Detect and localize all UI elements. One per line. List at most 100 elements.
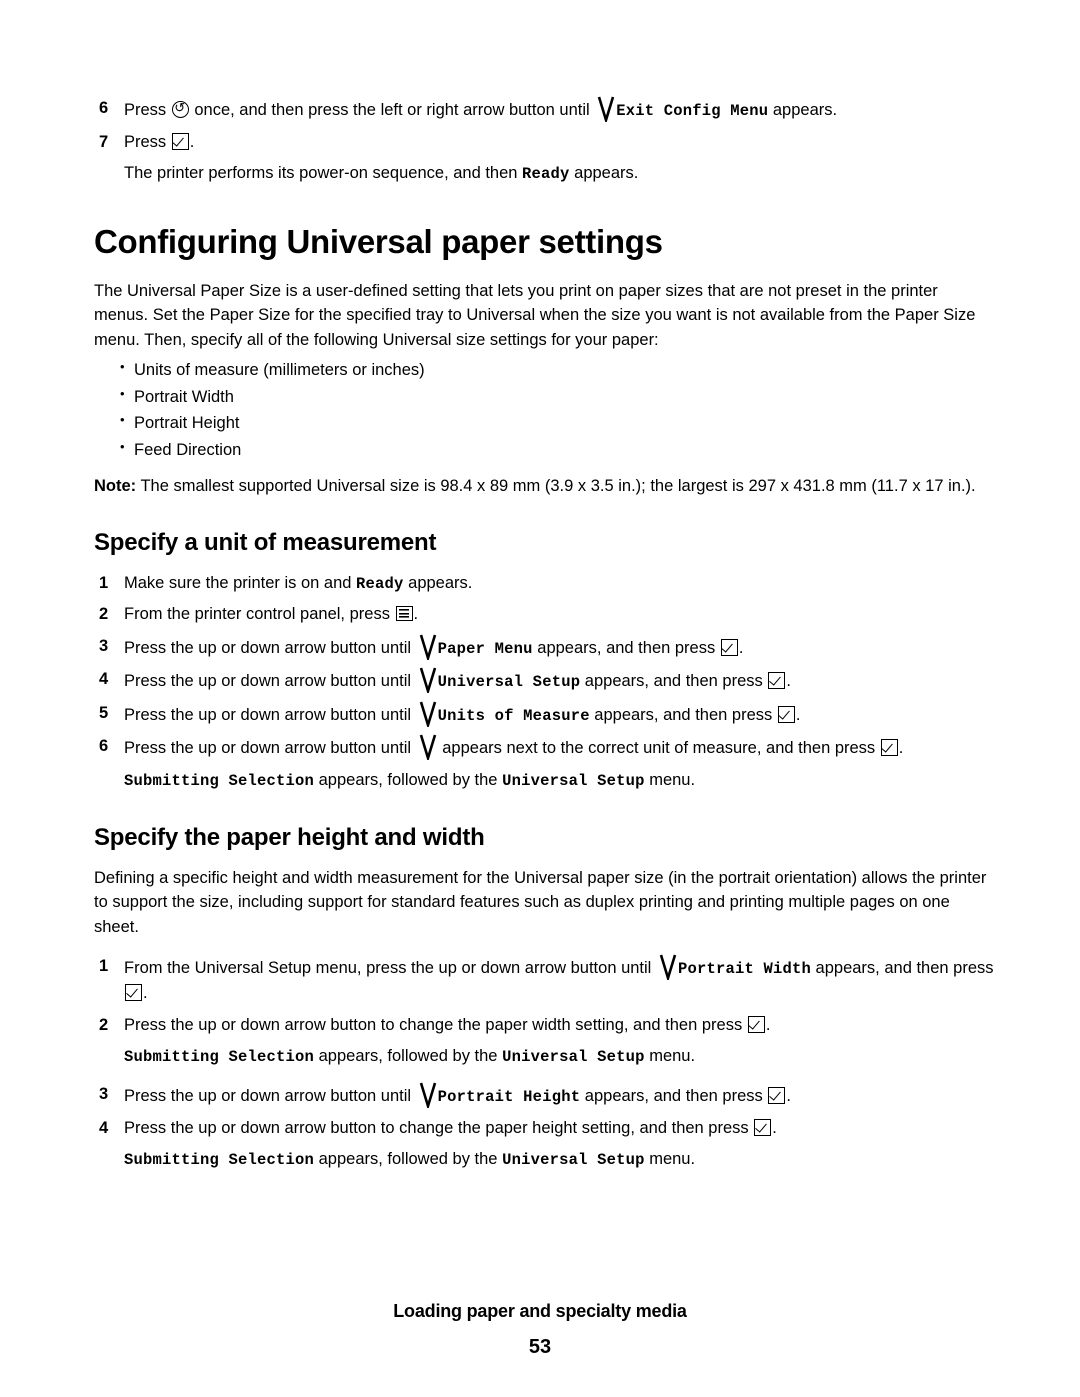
list-item: Units of measure (millimeters or inches) <box>120 356 994 384</box>
step-text-pre: Press the up or down arrow button to cha… <box>124 1118 754 1137</box>
step-text-pre: Make sure the printer is on and <box>124 573 357 592</box>
status-message: Ready <box>522 165 570 184</box>
result-post: menu. <box>644 770 696 789</box>
status-message: Submitting Selection <box>124 771 315 790</box>
step-text: From the Universal Setup menu, press the… <box>124 954 994 1007</box>
step-text-pre: From the Universal Setup menu, press the… <box>124 958 656 977</box>
step-text-post: . <box>786 1087 791 1105</box>
check-select-icon <box>171 132 189 150</box>
status-message: Ready <box>356 574 404 593</box>
s2-step-4: 4 Press the up or down arrow button to c… <box>94 1116 994 1142</box>
menu-label: Universal Setup <box>502 1048 645 1067</box>
s1-step-6-result: Submitting Selection appears, followed b… <box>124 768 994 794</box>
step-number: 3 <box>99 1085 109 1103</box>
step-text-mid: appears, and then press <box>580 1087 768 1105</box>
page-footer: Loading paper and specialty media 53 <box>0 1301 1080 1359</box>
step-text: Press . <box>124 130 994 156</box>
s1-step-5: 5 Press the up or down arrow button unti… <box>94 701 994 729</box>
s1-step-2: 2 From the printer control panel, press … <box>94 602 994 628</box>
list-item: Portrait Height <box>120 409 994 437</box>
result-post: menu. <box>644 1047 696 1066</box>
checkmark-stroke-icon <box>419 667 437 694</box>
step-text-mid: appears, and then press <box>580 672 768 691</box>
list-item: Feed Direction <box>120 436 994 464</box>
checkmark-stroke-icon <box>597 96 615 122</box>
result-mid: appears, followed by the <box>314 1047 503 1066</box>
page-title: Configuring Universal paper settings <box>94 222 663 260</box>
step-number: 6 <box>99 99 109 117</box>
step-text-post: . <box>413 605 419 624</box>
step-text: From the printer control panel, press . <box>124 602 994 628</box>
back-arrow-icon <box>171 101 189 118</box>
note-text: The smallest supported Universal size is… <box>136 476 976 495</box>
check-select-icon <box>747 1015 765 1033</box>
step-text-pre: From the printer control panel, press <box>124 605 395 624</box>
result-pre: The printer performs its power-on sequen… <box>124 164 523 183</box>
step-text-pre: Press the up or down arrow button until <box>124 705 416 724</box>
step-text-post: . <box>795 705 801 724</box>
checkmark-stroke-icon <box>419 1082 437 1108</box>
step-number: 3 <box>99 636 109 655</box>
step-number: 2 <box>99 1015 109 1034</box>
step-text: Press the up or down arrow button until … <box>124 1082 994 1110</box>
menu-label: Universal Setup <box>437 673 581 692</box>
s1-step-6: 6 Press the up or down arrow button unti… <box>94 734 994 762</box>
universal-settings-list: Units of measure (millimeters or inches)… <box>94 356 994 464</box>
step-text-mid: appears, and then press <box>810 958 994 977</box>
s1-step-3: 3 Press the up or down arrow button unti… <box>94 634 994 662</box>
menu-icon <box>395 606 413 622</box>
step-text-pre: Press the up or down arrow button until <box>124 638 416 657</box>
step-text: Make sure the printer is on and Ready ap… <box>124 571 994 597</box>
checkmark-stroke-icon <box>419 734 437 761</box>
s1-step-1: 1 Make sure the printer is on and Ready … <box>94 571 994 597</box>
note-block: Note: The smallest supported Universal s… <box>94 474 994 499</box>
intro-paragraph: The Universal Paper Size is a user-defin… <box>94 281 976 350</box>
menu-label: Paper Menu <box>437 639 533 658</box>
menu-label: Portrait Width <box>677 959 811 978</box>
checkmark-stroke-icon <box>419 701 437 727</box>
step-text-pre: Press the up or down arrow button to cha… <box>124 1015 747 1034</box>
step-number: 1 <box>99 956 109 975</box>
step-number: 4 <box>99 670 109 689</box>
status-message: Submitting Selection <box>124 1151 315 1170</box>
step-6-top: 6 Press once, and then press the left or… <box>94 96 994 124</box>
section-heading-unit-of-measurement: Specify a unit of measurement <box>94 528 437 556</box>
result-mid: appears, followed by the <box>314 770 503 789</box>
s2-step-1: 1 From the Universal Setup menu, press t… <box>94 954 994 1007</box>
step-text-post: . <box>786 672 791 691</box>
page-number: 53 <box>528 1336 552 1358</box>
check-select-icon <box>880 739 898 757</box>
footer-chapter-title: Loading paper and specialty media <box>393 1301 687 1321</box>
step-text-pre: Press <box>124 132 171 151</box>
checkmark-stroke-icon <box>419 634 437 660</box>
step-text: Press the up or down arrow button until … <box>124 667 994 695</box>
step-text-pre: Press the up or down arrow button until <box>124 672 416 691</box>
step-number: 2 <box>99 605 109 624</box>
step-text-post: appears. <box>768 101 838 119</box>
result-post: menu. <box>644 1150 696 1169</box>
step-text: Press the up or down arrow button until … <box>124 734 994 762</box>
step-text-post: . <box>898 739 904 758</box>
step-text-post: . <box>772 1118 777 1137</box>
step-number: 5 <box>99 703 109 722</box>
step-text-mid: appears, and then press <box>532 638 720 657</box>
note-label: Note: <box>94 476 137 495</box>
step-7-top: 7 Press . <box>94 130 994 156</box>
step-text: Press the up or down arrow button until … <box>124 634 994 662</box>
step-text-mid: appears, and then press <box>589 705 777 724</box>
step-text-pre: Press the up or down arrow button until <box>124 739 416 758</box>
step-text: Press once, and then press the left or r… <box>124 96 994 124</box>
step-text-post: . <box>738 638 744 657</box>
check-select-icon <box>768 672 786 690</box>
document-page: 6 Press once, and then press the left or… <box>0 0 1080 1397</box>
check-select-icon <box>754 1118 772 1136</box>
status-message: Submitting Selection <box>124 1048 315 1067</box>
step-text-pre: Press the up or down arrow button until <box>124 1087 416 1105</box>
step-text-post: . <box>143 984 148 1003</box>
step-text: Press the up or down arrow button to cha… <box>124 1013 994 1039</box>
step-text-post: . <box>189 132 195 151</box>
step-text: Press the up or down arrow button until … <box>124 701 994 729</box>
step-number: 7 <box>99 132 109 151</box>
step-7-result: The printer performs its power-on sequen… <box>124 161 994 187</box>
check-select-icon <box>125 984 142 1002</box>
